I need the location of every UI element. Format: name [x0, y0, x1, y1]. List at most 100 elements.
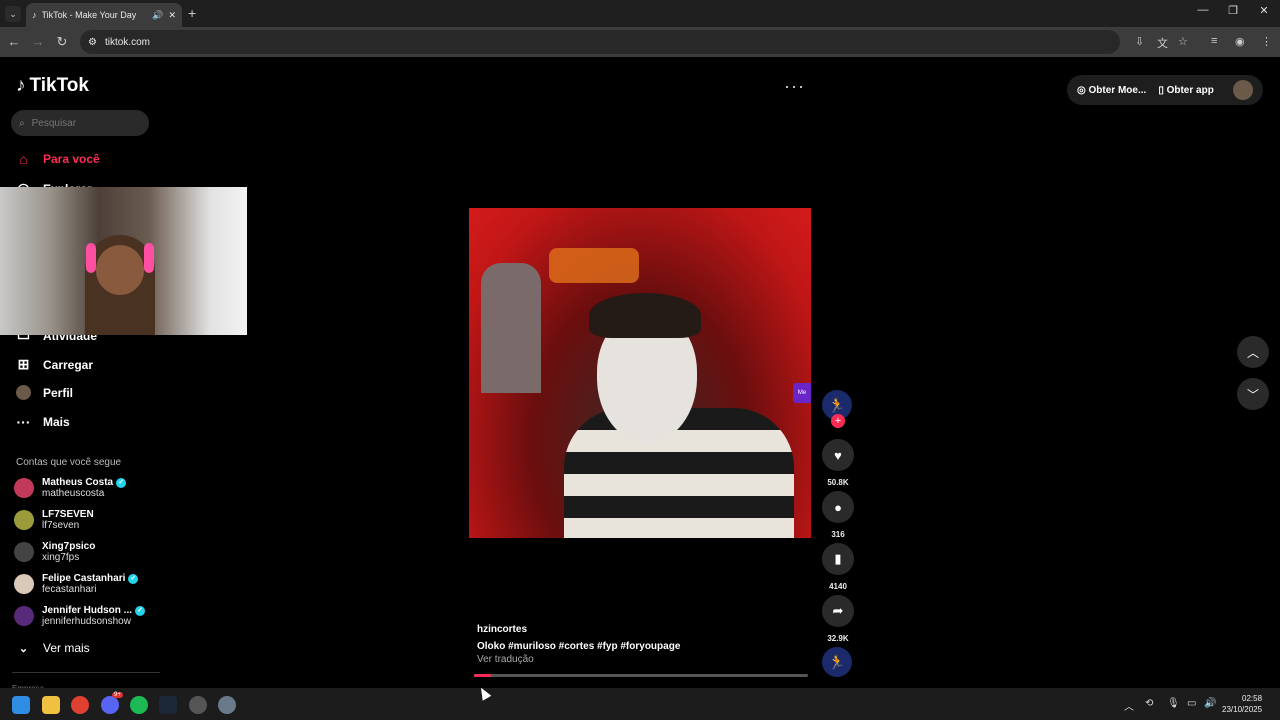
video-progress-bar[interactable]	[474, 674, 808, 677]
following-heading: Contas que você segue	[16, 457, 122, 468]
share-icon[interactable]: ➦	[822, 595, 854, 627]
share-count: 32.9K	[827, 634, 849, 643]
pumpkin-shelf	[549, 248, 639, 283]
nav-for-you[interactable]: ⌂ Para você	[16, 151, 99, 167]
get-coins-button[interactable]: ◎ Obter Moe...	[1077, 85, 1146, 96]
obs-icon[interactable]	[189, 696, 207, 714]
account-item[interactable]: Matheus Costa ✓ matheuscosta	[14, 477, 127, 499]
clock-time: 02:58	[1242, 694, 1263, 703]
microphone-icon[interactable]: 🎙	[1167, 698, 1180, 709]
comment-icon[interactable]: ●	[822, 491, 854, 523]
forward-icon[interactable]: →	[28, 34, 48, 49]
account-item[interactable]: Xing7psico xing7fps	[14, 541, 95, 563]
chevron-down-icon: ⌄	[18, 642, 29, 655]
volume-icon[interactable]: 🔊	[1204, 698, 1216, 709]
browser-menu-icon[interactable]: ⋮	[1261, 35, 1272, 48]
bookmark-star-icon[interactable]: ☆	[1178, 35, 1188, 48]
system-clock[interactable]: 02:58 23/10/2025	[1222, 693, 1262, 715]
tiktok-logo[interactable]: ♪ TikTok	[16, 75, 89, 97]
verified-icon: ✓	[135, 605, 146, 616]
account-item[interactable]: LF7SEVEN lf7seven	[14, 509, 94, 531]
next-video-button[interactable]: ﹀	[1237, 378, 1269, 410]
see-translation-link[interactable]: Ver tradução	[477, 654, 534, 665]
media-control-icon[interactable]: ≡	[1211, 35, 1217, 47]
heart-icon[interactable]: ♥	[822, 439, 854, 471]
verified-icon: ✓	[128, 573, 139, 584]
avatar	[14, 510, 34, 530]
get-app-button[interactable]: ▯ Obter app	[1158, 85, 1214, 96]
nav-profile[interactable]: Perfil	[16, 385, 73, 400]
back-icon[interactable]: ←	[4, 34, 24, 49]
nav-more[interactable]: ··· Mais	[16, 414, 70, 430]
nav-label: Mais	[43, 415, 70, 429]
top-actions: ◎ Obter Moe... ▯ Obter app	[1067, 75, 1263, 105]
restore-icon[interactable]: ❐	[1218, 4, 1248, 17]
search-icon: ⌕	[19, 117, 25, 129]
clock-date: 23/10/2025	[1222, 705, 1263, 714]
chrome-icon[interactable]	[71, 696, 89, 714]
like-action[interactable]: ♥ 50.8K	[822, 439, 854, 487]
nav-label: Perfil	[43, 385, 74, 400]
tiktok-favicon-icon: ♪	[32, 10, 37, 20]
file-explorer-icon[interactable]	[42, 696, 60, 714]
user-avatar[interactable]	[1233, 80, 1253, 100]
comment-action[interactable]: ● 316	[822, 491, 854, 539]
tray-expand-icon[interactable]: ︿	[1124, 698, 1134, 713]
tab-audio-icon[interactable]: 🔊	[152, 10, 163, 21]
home-icon: ⌂	[19, 151, 28, 167]
previous-video-button[interactable]: ︿	[1237, 336, 1269, 368]
browser-toolbar: ← → ↻ ⚙ tiktok.com ⇩ 文 ☆ ≡ ◉ ⋮	[0, 27, 1280, 57]
window-close-icon[interactable]: ✕	[1249, 4, 1279, 17]
reload-icon[interactable]: ↻	[52, 34, 72, 50]
account-username: fecastanhari	[42, 584, 97, 595]
windows-start-icon[interactable]	[12, 696, 30, 714]
headphones-left	[86, 243, 96, 273]
chevron-up-icon: ︿	[1246, 345, 1259, 360]
minimize-icon[interactable]: —	[1188, 4, 1218, 16]
account-name: LF7SEVEN	[42, 509, 94, 520]
browser-tab[interactable]: ♪ TikTok - Make Your Day 🔊 ✕	[26, 3, 182, 27]
get-app-label: Obter app	[1166, 84, 1214, 96]
new-tab-icon[interactable]: +	[188, 5, 196, 21]
streamer-face	[96, 245, 144, 295]
account-item[interactable]: Jennifer Hudson ... ✓ jenniferhudsonshow	[14, 605, 146, 627]
follow-plus-icon[interactable]: +	[831, 414, 845, 428]
install-app-icon[interactable]: ⇩	[1135, 35, 1144, 48]
profile-icon[interactable]: ◉	[1235, 35, 1245, 48]
settings-icon[interactable]	[218, 696, 236, 714]
nav-upload[interactable]: ⊞ Carregar	[16, 356, 93, 373]
video-player[interactable]	[469, 208, 811, 538]
discord-icon[interactable]	[101, 696, 119, 714]
like-count: 50.8K	[827, 478, 849, 487]
sync-icon[interactable]: ⟲	[1145, 698, 1153, 709]
music-disc-icon: 🏃	[822, 647, 852, 677]
tab-close-icon[interactable]: ✕	[168, 10, 176, 21]
account-username: xing7fps	[42, 552, 80, 563]
account-item[interactable]: Felipe Castanhari ✓ fecastanhari	[14, 573, 139, 595]
live-badge[interactable]: Me	[793, 383, 811, 403]
avatar	[14, 478, 34, 498]
bookmark-icon[interactable]: ▮	[822, 543, 854, 575]
spotify-icon[interactable]	[130, 696, 148, 714]
steam-icon[interactable]	[159, 696, 177, 714]
tab-search-icon[interactable]: ⌄	[5, 6, 21, 22]
see-more-label: Ver mais	[43, 641, 90, 655]
video-author[interactable]: hzincortes	[477, 624, 527, 635]
avatar	[14, 542, 34, 562]
search-input[interactable]	[31, 117, 132, 129]
url-text: tiktok.com	[104, 36, 150, 48]
see-more-link[interactable]: ⌄ Ver mais	[16, 641, 90, 655]
search-box[interactable]: ⌕	[11, 110, 149, 136]
share-action[interactable]: ➦ 32.9K	[822, 595, 854, 643]
account-username: jenniferhudsonshow	[42, 616, 131, 627]
more-options-icon[interactable]: ···	[784, 76, 805, 97]
hair	[589, 293, 701, 338]
address-bar[interactable]: ⚙ tiktok.com	[80, 30, 1120, 54]
sound-disc[interactable]: 🏃	[822, 647, 854, 677]
save-action[interactable]: ▮ 4140	[822, 543, 854, 591]
network-icon[interactable]: ▭	[1187, 698, 1196, 709]
account-username: matheuscosta	[42, 488, 105, 499]
logo-text: TikTok	[29, 75, 89, 96]
site-info-icon[interactable]: ⚙	[88, 37, 97, 48]
translate-icon[interactable]: 文	[1157, 35, 1168, 51]
